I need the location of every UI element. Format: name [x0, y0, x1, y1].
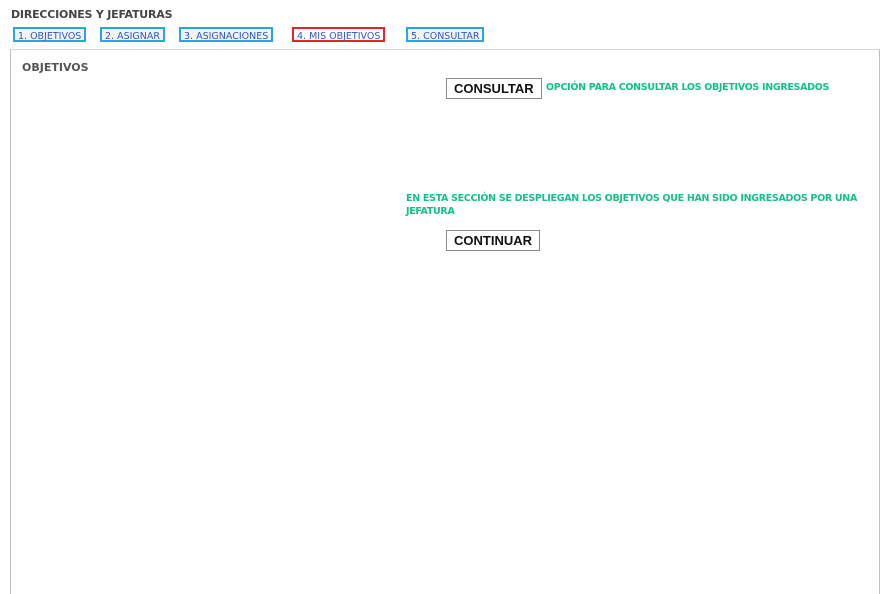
- tab-mis-objetivos[interactable]: 4. MIS OBJETIVOS: [292, 27, 386, 42]
- section-note: EN ESTA SECCIÓN SE DESPLIEGAN LOS OBJETI…: [406, 193, 858, 217]
- consultar-button[interactable]: CONSULTAR: [446, 78, 542, 99]
- panel-title: OBJETIVOS: [22, 61, 89, 74]
- tab-asignaciones[interactable]: 3. ASIGNACIONES: [179, 27, 274, 42]
- tab-consultar[interactable]: 5. CONSULTAR: [406, 27, 485, 42]
- continuar-button[interactable]: CONTINUAR: [446, 230, 540, 251]
- page: DIRECCIONES Y JEFATURAS 1. OBJETIVOS 2. …: [0, 0, 892, 594]
- consultar-note: OPCIÓN PARA CONSULTAR LOS OBJETIVOS INGR…: [546, 82, 830, 93]
- section-title: DIRECCIONES Y JEFATURAS: [11, 8, 173, 21]
- tab-objetivos[interactable]: 1. OBJETIVOS: [13, 27, 87, 42]
- tab-asignar[interactable]: 2. ASIGNAR: [100, 27, 165, 42]
- objetivos-panel: OBJETIVOS CONSULTAR OPCIÓN PARA CONSULTA…: [10, 49, 880, 594]
